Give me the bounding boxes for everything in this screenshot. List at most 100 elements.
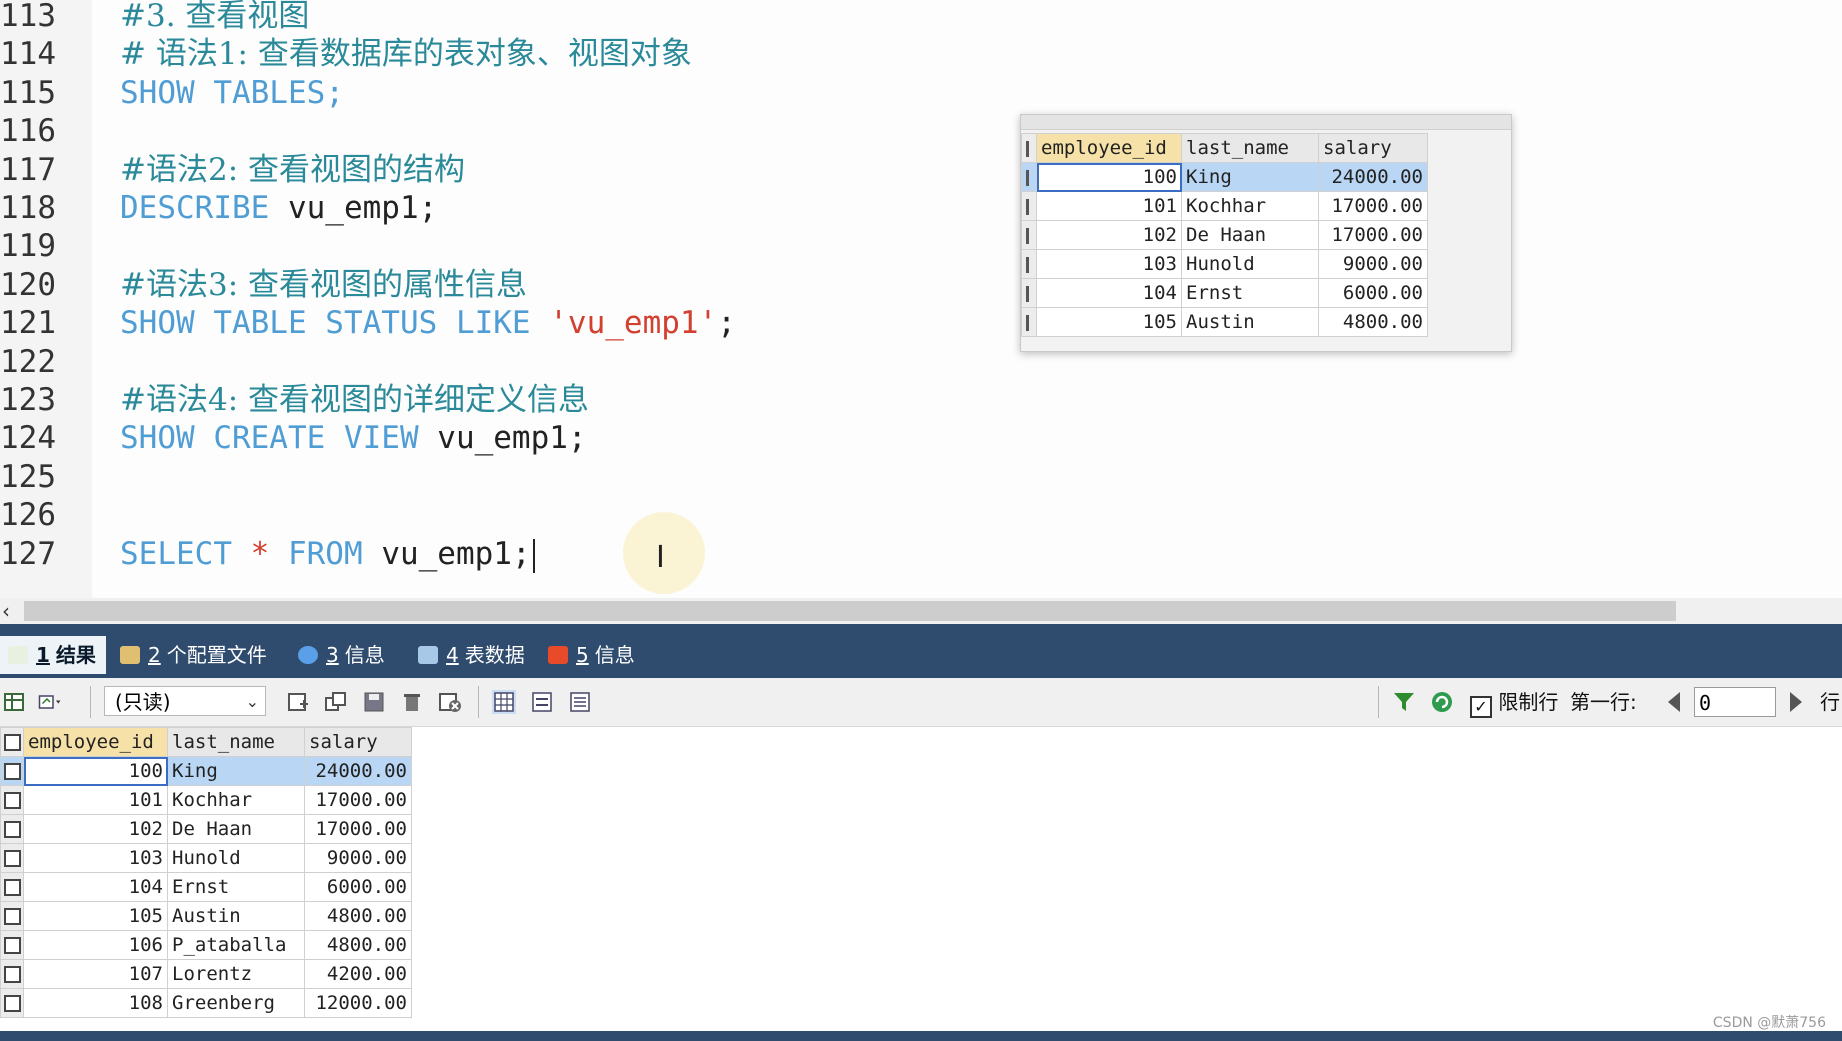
export-grid-icon[interactable] <box>2 690 26 714</box>
table-row[interactable]: 103 Hunold 9000.00 <box>0 843 412 873</box>
row-selector[interactable] <box>0 959 24 989</box>
table-row[interactable]: 101 Kochhar 17000.00 <box>1021 191 1428 221</box>
tab-4[interactable]: 4 表数据 <box>410 636 535 674</box>
checkbox-icon[interactable] <box>3 850 21 867</box>
cell-salary[interactable]: 6000.00 <box>1318 278 1428 308</box>
code-line[interactable]: SHOW TABLES; <box>120 74 344 112</box>
code-line[interactable]: #语法3: 查看视图的属性信息 <box>120 266 527 304</box>
cell-last-name[interactable]: King <box>1181 162 1319 192</box>
table-row[interactable]: 106 P_ataballa 4800.00 <box>0 930 412 960</box>
table-row[interactable]: 104 Ernst 6000.00 <box>0 872 412 902</box>
cell-employee-id[interactable]: 100 <box>1036 162 1182 192</box>
cell-employee-id[interactable]: 105 <box>23 901 168 931</box>
cell-last-name[interactable]: Austin <box>167 901 305 931</box>
table-row[interactable]: 105 Austin 4800.00 <box>0 901 412 931</box>
delete-icon[interactable] <box>400 690 424 714</box>
cell-salary[interactable]: 9000.00 <box>1318 249 1428 279</box>
cell-salary[interactable]: 12000.00 <box>304 988 412 1018</box>
horizontal-scrollbar[interactable]: ‹ <box>0 598 1842 624</box>
select-all-cell[interactable] <box>1021 133 1037 163</box>
grid-view-icon[interactable] <box>492 690 516 714</box>
code-line[interactable]: #语法4: 查看视图的详细定义信息 <box>120 381 589 419</box>
checkbox-icon[interactable] <box>3 763 21 780</box>
refresh-icon[interactable] <box>1430 690 1454 714</box>
panel-divider[interactable] <box>0 624 1842 632</box>
cell-last-name[interactable]: Kochhar <box>167 785 305 815</box>
code-line[interactable]: SELECT * FROM vu_emp1; <box>120 535 535 573</box>
duplicate-row-icon[interactable] <box>324 690 348 714</box>
tab-5[interactable]: 5 信息 <box>540 636 645 674</box>
insert-row-icon[interactable] <box>286 690 310 714</box>
column-header-employee-id[interactable]: employee_id <box>1036 133 1182 163</box>
checkbox-icon[interactable] <box>3 792 21 809</box>
cell-last-name[interactable]: Ernst <box>1181 278 1319 308</box>
table-row[interactable]: 108 Greenberg 12000.00 <box>0 988 412 1018</box>
cell-last-name[interactable]: Hunold <box>1181 249 1319 279</box>
cell-salary[interactable]: 9000.00 <box>304 843 412 873</box>
checkbox-icon[interactable] <box>3 734 21 751</box>
row-selector[interactable] <box>0 872 24 902</box>
cell-salary[interactable]: 17000.00 <box>304 785 412 815</box>
row-selector[interactable] <box>0 843 24 873</box>
code-line[interactable]: SHOW CREATE VIEW vu_emp1; <box>120 419 587 457</box>
row-selector[interactable] <box>1021 162 1037 192</box>
cell-employee-id[interactable]: 101 <box>23 785 168 815</box>
cell-salary[interactable]: 4800.00 <box>304 901 412 931</box>
row-selector[interactable] <box>1021 307 1037 337</box>
code-line[interactable]: #语法2: 查看视图的结构 <box>120 151 465 189</box>
column-header-last-name[interactable]: last_name <box>1181 133 1319 163</box>
checkbox-icon[interactable] <box>3 879 21 896</box>
code-line[interactable]: DESCRIBE vu_emp1; <box>120 189 437 227</box>
table-row[interactable]: 105 Austin 4800.00 <box>1021 307 1428 337</box>
cell-employee-id[interactable]: 106 <box>23 930 168 960</box>
next-page-icon[interactable] <box>1790 692 1802 712</box>
cell-employee-id[interactable]: 108 <box>23 988 168 1018</box>
cell-employee-id[interactable]: 104 <box>23 872 168 902</box>
checkbox-icon[interactable] <box>3 937 21 954</box>
chevron-down-icon[interactable]: ⌄ <box>246 687 259 717</box>
first-row-input[interactable]: 0 <box>1694 687 1776 717</box>
cell-salary[interactable]: 4800.00 <box>1318 307 1428 337</box>
cell-salary[interactable]: 24000.00 <box>304 756 412 786</box>
cell-last-name[interactable]: De Haan <box>167 814 305 844</box>
edit-mode-select[interactable]: (只读) ⌄ <box>104 686 266 716</box>
cell-salary[interactable]: 17000.00 <box>1318 220 1428 250</box>
prev-page-icon[interactable] <box>1668 692 1680 712</box>
column-header-salary[interactable]: salary <box>1318 133 1428 163</box>
cell-last-name[interactable]: King <box>167 756 305 786</box>
row-selector[interactable] <box>0 901 24 931</box>
row-selector[interactable] <box>1021 278 1037 308</box>
row-selector[interactable] <box>0 814 24 844</box>
code-line[interactable]: # 语法1: 查看数据库的表对象、视图对象 <box>120 35 692 73</box>
checkbox-icon[interactable] <box>3 821 21 838</box>
checkbox-icon[interactable] <box>3 995 21 1012</box>
table-row[interactable]: 103 Hunold 9000.00 <box>1021 249 1428 279</box>
cell-last-name[interactable]: Ernst <box>167 872 305 902</box>
cell-employee-id[interactable]: 101 <box>1036 191 1182 221</box>
cell-employee-id[interactable]: 102 <box>1036 220 1182 250</box>
cell-employee-id[interactable]: 102 <box>23 814 168 844</box>
checkbox-icon[interactable] <box>3 908 21 925</box>
column-header-salary[interactable]: salary <box>304 727 412 757</box>
cancel-changes-icon[interactable] <box>438 690 462 714</box>
row-selector[interactable] <box>1021 220 1037 250</box>
row-selector[interactable] <box>0 785 24 815</box>
cell-employee-id[interactable]: 104 <box>1036 278 1182 308</box>
export-menu-icon[interactable] <box>38 690 62 714</box>
tab-1[interactable]: 1 结果 <box>0 636 106 674</box>
table-row[interactable]: 100 King 24000.00 <box>0 756 412 786</box>
table-row[interactable]: 107 Lorentz 4200.00 <box>0 959 412 989</box>
save-icon[interactable] <box>362 690 386 714</box>
cell-salary[interactable]: 24000.00 <box>1318 162 1428 192</box>
tab-2[interactable]: 2 个配置文件 <box>112 636 277 674</box>
scrollbar-thumb[interactable] <box>24 601 1676 621</box>
checkbox-checked-icon[interactable]: ✓ <box>1470 696 1492 718</box>
cell-last-name[interactable]: P_ataballa <box>167 930 305 960</box>
row-selector[interactable] <box>0 756 24 786</box>
table-row[interactable]: 102 De Haan 17000.00 <box>0 814 412 844</box>
table-row[interactable]: 101 Kochhar 17000.00 <box>0 785 412 815</box>
cell-last-name[interactable]: Kochhar <box>1181 191 1319 221</box>
cell-employee-id[interactable]: 103 <box>23 843 168 873</box>
column-header-employee-id[interactable]: employee_id <box>23 727 168 757</box>
table-row[interactable]: 102 De Haan 17000.00 <box>1021 220 1428 250</box>
